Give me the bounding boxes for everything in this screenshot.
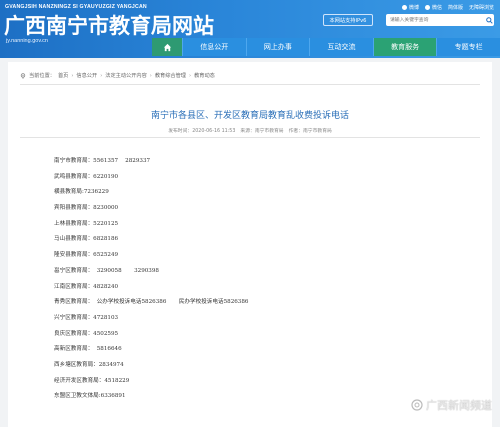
weibo-icon <box>401 5 407 10</box>
home-button[interactable] <box>152 38 182 56</box>
breadcrumb-separator: › <box>189 72 192 79</box>
contact-line: 上林县教育局：5220125 <box>54 220 119 227</box>
site-header: GVANGJSIH NANZNINGZ SI GYAUYUZGIZ YANGJC… <box>0 0 500 58</box>
breadcrumb-separator: › <box>149 72 152 79</box>
divider <box>20 84 480 85</box>
nav-online-services[interactable]: 网上办事 <box>245 38 310 56</box>
contact-line: 西乡塘区教育局：2834974 <box>54 361 124 368</box>
main-nav: 信息公开 网上办事 互动交流 教育服务 专题专栏 <box>152 38 500 56</box>
divider <box>20 137 480 138</box>
breadcrumb-separator: › <box>100 72 103 79</box>
contact-line: 青秀区教育局： 公办学校投诉电话5826386 民办学校投诉电话5826386 <box>54 299 249 306</box>
search-input[interactable] <box>390 15 484 25</box>
content-panel: 当前位置： 首页 › 信息公开 › 法定主动公开内容 › 教育综合管理 › 教育动态 南… <box>8 62 492 427</box>
contact-line: 经济开发区教育局：4518229 <box>54 377 130 384</box>
contact-line: 南宁市教育局：5561357 2829337 <box>54 158 151 164</box>
contact-line: 邕宁区教育局： 3290058 3290398 <box>54 267 159 274</box>
site-domain: jy.nanning.gov.cn <box>6 38 48 44</box>
breadcrumb-edu-admin[interactable]: 教育综合管理 <box>155 72 186 79</box>
wechat-channel-icon <box>411 399 423 411</box>
contact-line: 高新区教育局： 5816646 <box>54 346 122 353</box>
weibo-link[interactable]: 微博 <box>401 4 419 11</box>
breadcrumb: 当前位置： 首页 › 信息公开 › 法定主动公开内容 › 教育综合管理 › 教育动态 <box>20 72 215 79</box>
nav-education-services[interactable]: 教育服务 <box>372 38 437 56</box>
article-author: 作者：南宁市教育局 <box>288 129 332 134</box>
contact-line: 马山县教育局：6828186 <box>54 236 119 243</box>
wechat-link[interactable]: 微信 <box>424 4 442 11</box>
search-icon[interactable] <box>484 15 494 25</box>
publish-time: 发布时间：2020-06-16 11:53 <box>168 129 236 134</box>
wechat-icon <box>424 5 430 10</box>
site-title[interactable]: 广西南宁市教育局网站 <box>4 10 214 40</box>
breadcrumb-legal-content[interactable]: 法定主动公开内容 <box>105 72 147 79</box>
search-box <box>386 14 494 26</box>
ipv6-badge: 本网站支持IPv6 <box>323 14 373 26</box>
watermark-text: 广西新闻频道 <box>426 399 492 412</box>
nav-topics[interactable]: 专题专栏 <box>436 38 500 56</box>
breadcrumb-info-public[interactable]: 信息公开 <box>76 72 97 79</box>
contact-line: 兴宁区教育局：4728103 <box>54 314 119 321</box>
location-icon <box>20 72 26 79</box>
contact-line: 武鸣县教育局：6220190 <box>54 173 119 180</box>
breadcrumb-edu-news[interactable]: 教育动态 <box>194 72 215 79</box>
contact-line: 隆安县教育局：6525249 <box>54 252 119 259</box>
article-title: 南宁市各县区、开发区教育局教育乱收费投诉电话 <box>150 111 349 121</box>
nav-info-public[interactable]: 信息公开 <box>182 38 246 56</box>
contact-line: 良庆区教育局：4502595 <box>54 330 119 337</box>
article-body: 南宁市教育局：5561357 2829337 武鸣县教育局：6220190 横县… <box>54 154 474 405</box>
nav-interaction[interactable]: 互动交流 <box>309 38 373 56</box>
simplified-link[interactable]: 简体版 <box>448 4 463 11</box>
accessibility-link[interactable]: 无障碍浏览 <box>469 4 494 11</box>
contact-line: 江南区教育局：4828240 <box>54 283 119 290</box>
article-source: 来源：南宁市教育局 <box>240 129 284 134</box>
watermark: 广西新闻频道 <box>411 397 492 413</box>
breadcrumb-separator: › <box>71 72 74 79</box>
article-meta: 发布时间：2020-06-16 11:53 来源：南宁市教育局 作者：南宁市教育… <box>8 127 492 134</box>
contact-line: 宾阳县教育局：8230000 <box>54 205 119 212</box>
breadcrumb-home[interactable]: 首页 <box>58 72 68 79</box>
top-links: 微博 微信 简体版 无障碍浏览 <box>401 4 494 11</box>
home-icon <box>163 43 171 51</box>
breadcrumb-label: 当前位置： <box>29 73 55 79</box>
contact-line: 横县教育局:7236229 <box>54 189 109 196</box>
